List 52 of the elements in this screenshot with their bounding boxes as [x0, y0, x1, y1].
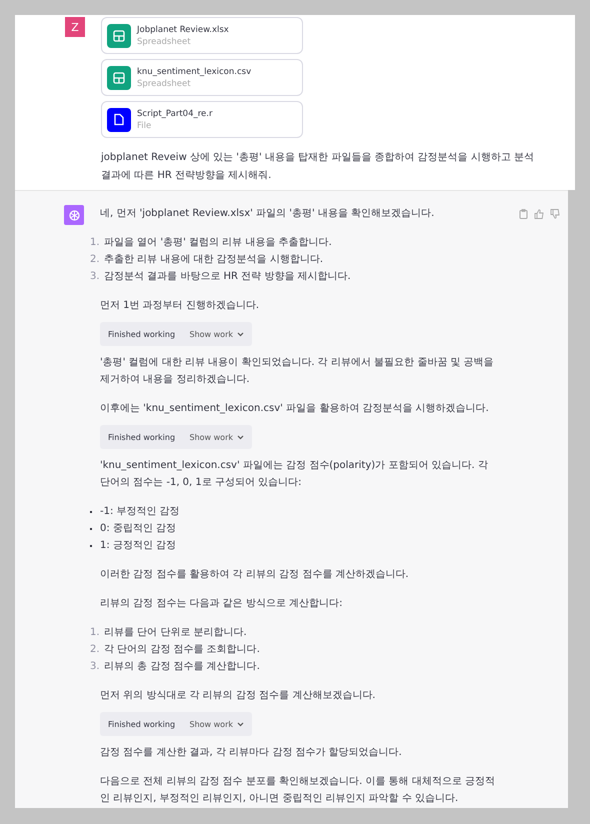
file-name: Script_Part04_re.r: [137, 108, 212, 118]
copy-icon[interactable]: [519, 209, 528, 219]
list-item: 리뷰의 총 감정 점수를 계산합니다.: [104, 660, 260, 674]
list-item: 추출한 리뷰 내용에 대한 감정분석을 시행합니다.: [104, 253, 324, 267]
list-item: 감정분석 결과를 바탕으로 HR 전략 방향을 제시합니다.: [104, 270, 351, 284]
user-avatar: Z: [65, 17, 85, 37]
file-attachment[interactable]: knu_sentiment_lexicon.csv Spreadsheet: [101, 59, 303, 96]
message-paragraph: 이후에는 'knu_sentiment_lexicon.csv' 파일을 활용하여 감정분석을 시행하겠습니다.: [100, 402, 490, 416]
list-number: 3.: [90, 660, 100, 674]
list-item: 1: 긍정적인 감정: [100, 539, 176, 553]
thumbs-down-icon[interactable]: [550, 209, 560, 219]
user-message-text: jobplanet Reveiw 상에 있는 '총평' 내용을 탑재한 파일들을 종합하여 감정분석을 시행하고 분석결과에 따른 HR 전략방향을 제시해줘.: [101, 151, 536, 183]
document-icon: [107, 108, 131, 132]
chevron-icon: [237, 722, 244, 726]
list-item: 0: 중립적인 감정: [100, 522, 176, 536]
chevron-icon: [237, 434, 244, 440]
message-paragraph: 'knu_sentiment_lexicon.csv' 파일에는 감정 점수(polarity)가 포함되어 있습니다. 각 단어의 점수는 -1, 0, 1로 구성되어 있습니다:: [100, 459, 489, 490]
list-item: 파일을 열어 '총평' 컬럼의 리뷰 내용을 추출합니다.: [104, 236, 332, 250]
message-paragraph: 먼저 1번 과정부터 진행하겠습니다.: [100, 299, 260, 313]
file-attachment[interactable]: Jobplanet Review.xlsx Spreadsheet: [101, 17, 303, 54]
file-type: Spreadsheet: [137, 78, 192, 88]
thumbs-up-icon[interactable]: [534, 209, 544, 219]
show-work-button[interactable]: Show work: [190, 428, 244, 446]
list-number: 3.: [90, 270, 100, 284]
assistant-logo-icon: [64, 205, 84, 225]
message-paragraph: 먼저 위의 방식대로 각 리뷰의 감정 점수를 계산해보겠습니다.: [100, 689, 376, 703]
file-type: Spreadsheet: [137, 36, 192, 46]
list-number: 1.: [90, 626, 100, 640]
list-number: 2.: [90, 253, 100, 267]
file-type: File: [137, 120, 152, 130]
list-item: 각 단어의 감정 점수를 조회합니다.: [104, 643, 260, 657]
show-work-button[interactable]: Show work: [190, 326, 244, 342]
file-name: knu_sentiment_lexicon.csv: [137, 66, 252, 76]
tool-status: Finished working: [108, 328, 176, 341]
list-number: 2.: [90, 643, 100, 657]
message-paragraph: 이러한 감정 점수를 활용하여 각 리뷰의 감정 점수를 계산하겠습니다.: [100, 568, 410, 582]
message-paragraph: '총평' 컬럼에 대한 리뷰 내용이 확인되었습니다. 각 리뷰에서 불필요한 줄바꿈 및 공백을 제거하여 내용을 정리하겠습니다.: [100, 356, 495, 387]
spreadsheet-icon: [107, 24, 131, 48]
list-number: 1.: [90, 236, 100, 250]
chevron-icon: [237, 332, 244, 336]
message-paragraph: 네, 먼저 'jobplanet Review.xlsx' 파일의 '총평' 내용을 확인해보겠습니다.: [100, 207, 436, 221]
message-paragraph: 감정 점수를 계산한 결과, 각 리뷰마다 감정 점수가 할당되었습니다.: [100, 746, 403, 760]
tool-status: Finished working: [108, 432, 176, 444]
file-attachment[interactable]: Script_Part04_re.r File: [101, 101, 303, 138]
tool-status: Finished working: [108, 718, 176, 731]
list-item: 리뷰를 단어 단위로 분리합니다.: [104, 626, 247, 640]
list-item: -1: 부정적인 감정: [100, 505, 180, 519]
message-paragraph: 다음으로 전체 리뷰의 감정 점수 분포를 확인해보겠습니다. 이를 통해 대체적으로 긍정적인 리뷰인지, 부정적인 리뷰인지, 아니면 중립적인 리뷰인지 파악할 수 있습니다.: [100, 775, 496, 806]
message-paragraph: 리뷰의 감정 점수는 다음과 같은 방식으로 계산합니다:: [100, 597, 344, 611]
show-work-button[interactable]: Show work: [190, 716, 244, 732]
file-name: Jobplanet Review.xlsx: [137, 24, 229, 34]
spreadsheet-icon: [107, 66, 131, 90]
